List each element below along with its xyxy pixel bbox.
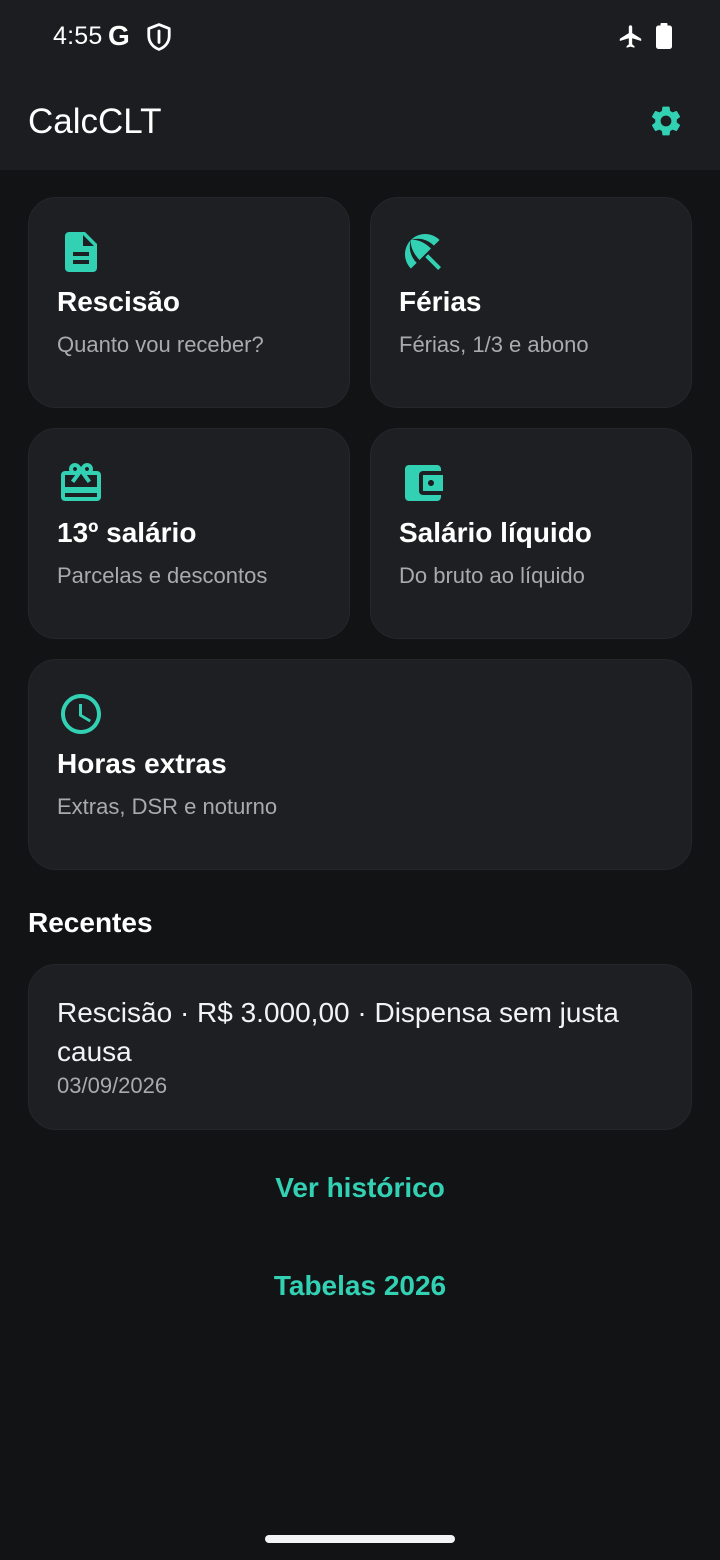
battery-icon (656, 23, 672, 49)
settings-button[interactable] (642, 97, 690, 145)
card-title: Férias (399, 286, 482, 317)
gift-card-icon (61, 463, 101, 501)
gear-icon (651, 106, 681, 136)
card-title: Horas extras (57, 748, 227, 779)
shield-icon (147, 23, 171, 51)
recents-heading: Recentes (28, 907, 153, 938)
tables-2026-button[interactable]: Tabelas 2026 (0, 1270, 720, 1302)
google-icon: G (108, 20, 130, 51)
card-subtitle: Do bruto ao líquido (399, 563, 585, 588)
wallet-icon (405, 465, 443, 501)
card-subtitle: Extras, DSR e noturno (57, 794, 278, 819)
beach-umbrella-icon (405, 234, 441, 270)
app-title: CalcCLT (28, 102, 162, 141)
card-title: Rescisão (57, 286, 180, 317)
card-subtitle: Parcelas e descontos (57, 563, 268, 588)
card-salario-liquido[interactable]: Salário líquido Do bruto ao líquido (370, 428, 692, 639)
card-ferias[interactable]: Férias Férias, 1/3 e abono (370, 197, 692, 408)
card-horas-extras[interactable]: Horas extras Extras, DSR e noturno (28, 659, 692, 870)
view-history-button[interactable]: Ver histórico (0, 1172, 720, 1204)
card-title: 13º salário (57, 517, 197, 548)
recent-item-summary: Rescisão · R$ 3.000,00 · Dispensa sem ju… (57, 997, 619, 1067)
card-13-salario[interactable]: 13º salário Parcelas e descontos (28, 428, 350, 639)
recent-item-date: 03/09/2026 (57, 1073, 168, 1098)
card-rescisao[interactable]: Rescisão Quanto vou receber? (28, 197, 350, 408)
home-indicator[interactable] (265, 1535, 455, 1543)
airplane-icon (619, 25, 642, 48)
status-bar: 4:55 G (0, 0, 720, 72)
document-icon (65, 232, 97, 272)
card-subtitle: Quanto vou receber? (57, 332, 264, 357)
clock-icon (61, 694, 101, 734)
status-time: 4:55 (53, 22, 103, 50)
recent-item[interactable]: Rescisão · R$ 3.000,00 · Dispensa sem ju… (28, 964, 692, 1130)
card-title: Salário líquido (399, 517, 592, 548)
calcclt-home-screen: 4:55 G CalcCLT Rescisão Quanto vou receb… (0, 0, 720, 1560)
app-bar: CalcCLT (0, 72, 720, 170)
card-subtitle: Férias, 1/3 e abono (399, 332, 589, 357)
